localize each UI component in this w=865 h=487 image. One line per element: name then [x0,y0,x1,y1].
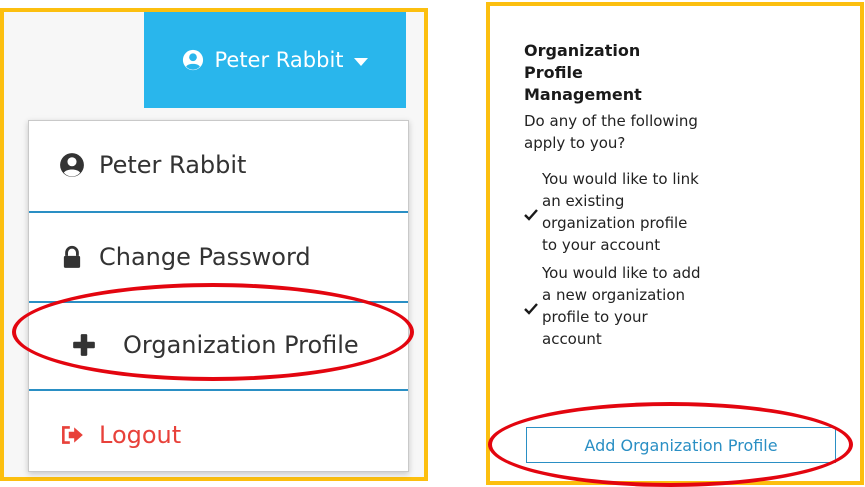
menu-item-logout[interactable]: Logout [29,391,408,479]
menu-item-organization-profile[interactable]: Organization Profile [29,301,408,389]
plus-icon [73,334,95,356]
menu-item-profile[interactable]: Peter Rabbit [29,121,408,209]
panel-title: Organization Profile Management [524,41,642,104]
organization-profile-panel: Organization Profile Management Do any o… [486,2,864,485]
check-icon [524,303,538,315]
sign-out-icon [62,426,83,444]
list-item: You would like to link an existing organ… [524,168,734,256]
list-item: You would like to add a new organization… [524,262,734,350]
check-icon [524,209,538,221]
add-organization-profile-button[interactable]: Add Organization Profile [526,427,836,463]
user-name-label: Peter Rabbit [214,48,344,72]
caret-down-icon [353,57,368,66]
menu-item-label: Peter Rabbit [99,151,247,179]
list-item-text: You would like to add a new organization… [542,264,701,348]
menu-item-label: Logout [99,421,182,449]
user-circle-icon [183,49,204,71]
lock-icon [63,245,81,268]
user-menu-panel: Peter Rabbit Peter Rabbit Change Passwor… [0,8,428,481]
panel-question: Do any of the following apply to you? [524,112,698,152]
user-menu-toggle[interactable]: Peter Rabbit [144,12,406,108]
list-item-text: You would like to link an existing organ… [542,170,699,254]
panel-content: Organization Profile Management Do any o… [524,40,734,356]
user-dropdown-menu: Peter Rabbit Change Password Organizatio… [28,120,409,472]
user-circle-icon [60,153,84,177]
menu-item-change-password[interactable]: Change Password [29,213,408,301]
menu-item-label: Organization Profile [123,331,359,359]
menu-item-label: Change Password [99,243,311,271]
